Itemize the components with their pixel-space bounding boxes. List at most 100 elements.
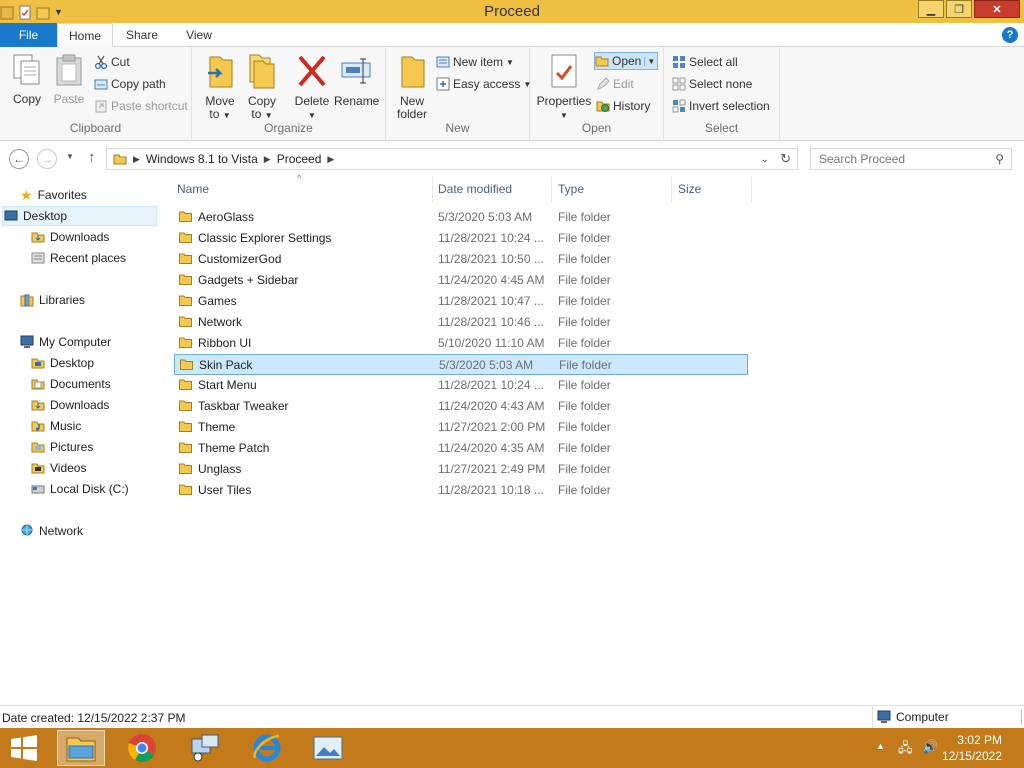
breadcrumb-item[interactable]: Proceed: [277, 152, 322, 166]
file-row[interactable]: Start Menu 11/28/2021 10:24 ... File folde…: [174, 375, 748, 396]
nav-desktop[interactable]: Desktop: [2, 206, 157, 226]
file-row[interactable]: Classic Explorer Settings 11/28/2021 10:2…: [174, 228, 748, 249]
edit-button[interactable]: Edit: [596, 75, 634, 93]
help-icon[interactable]: ?: [1002, 27, 1018, 43]
file-row[interactable]: Taskbar Tweaker 11/24/2020 4:43 AM File fo…: [174, 396, 748, 417]
nav-my-computer[interactable]: My Computer: [20, 332, 111, 352]
column-divider[interactable]: [432, 177, 433, 203]
nav-documents-label: Documents: [50, 377, 111, 391]
rename-button[interactable]: Rename: [334, 53, 380, 108]
select-none-button[interactable]: Select none: [672, 75, 752, 93]
close-button[interactable]: ✕: [974, 0, 1020, 18]
column-divider[interactable]: [551, 177, 552, 203]
back-button[interactable]: ←: [9, 149, 29, 169]
nav-local-disk[interactable]: Local Disk (C:): [31, 479, 129, 499]
file-row[interactable]: Theme Patch 11/24/2020 4:35 AM File folder: [174, 438, 748, 459]
paste-label: Paste: [53, 92, 85, 106]
easy-access-button[interactable]: Easy access ▼: [436, 75, 531, 93]
file-row[interactable]: Network 11/28/2021 10:46 ... File folder: [174, 312, 748, 333]
music-icon: [31, 421, 45, 432]
tab-file[interactable]: File: [0, 23, 57, 47]
file-row[interactable]: Ribbon UI 5/10/2020 11:10 AM File folder: [174, 333, 748, 354]
nav-computer-desktop[interactable]: Desktop: [31, 353, 94, 373]
refresh-icon[interactable]: ↻: [780, 151, 791, 167]
forward-button[interactable]: →: [37, 149, 57, 169]
arrow-right-icon: →: [41, 152, 53, 166]
nav-libraries[interactable]: Libraries: [20, 290, 85, 310]
easy-access-icon: [436, 77, 450, 91]
taskbar-clock[interactable]: 3:02 PM 12/15/2022: [942, 732, 1002, 764]
tab-home[interactable]: Home: [57, 23, 113, 48]
move-to-button[interactable]: Move to ▼: [200, 53, 240, 122]
up-arrow-icon[interactable]: ↑: [88, 149, 96, 166]
folder-icon: [179, 484, 192, 495]
cut-button[interactable]: Cut: [94, 53, 130, 71]
nav-computer-downloads[interactable]: Downloads: [31, 395, 109, 415]
new-folder-label: New: [399, 94, 424, 108]
nav-pictures[interactable]: Pictures: [31, 437, 93, 457]
open-button[interactable]: Open ▼: [594, 52, 659, 70]
column-divider[interactable]: [751, 177, 752, 203]
column-divider[interactable]: [671, 177, 672, 203]
tab-view[interactable]: View: [171, 23, 227, 47]
nav-favorites[interactable]: ★ Favorites: [20, 185, 87, 205]
nav-music[interactable]: Music: [31, 416, 81, 436]
folder-icon: [179, 253, 192, 264]
file-row[interactable]: CustomizerGod 11/28/2021 10:50 ... File fo…: [174, 249, 748, 270]
chevron-down-icon: ▼: [644, 56, 655, 66]
delete-label: Delete: [294, 94, 330, 108]
nav-documents[interactable]: Documents: [31, 374, 111, 394]
nav-videos[interactable]: Videos: [31, 458, 86, 478]
taskbar-photos[interactable]: [304, 730, 352, 766]
taskbar-internet-explorer[interactable]: [243, 730, 291, 766]
properties-button[interactable]: Properties ▼: [536, 53, 592, 122]
breadcrumb-item[interactable]: Windows 8.1 to Vista: [146, 152, 258, 166]
history-button[interactable]: History: [596, 97, 650, 115]
column-header-name[interactable]: Name: [177, 182, 209, 196]
restore-button[interactable]: ❐: [946, 0, 972, 18]
file-row[interactable]: Theme 11/27/2021 2:00 PM File folder: [174, 417, 748, 438]
file-row[interactable]: Skin Pack 5/3/2020 5:03 AM File folder: [174, 354, 748, 375]
address-bar[interactable]: ▶ Windows 8.1 to Vista ▶ Proceed ▶ ⌄ ↻: [106, 148, 798, 170]
move-to-label-2: to: [209, 107, 220, 121]
minimize-button[interactable]: ▁: [918, 0, 944, 18]
copy-to-button[interactable]: Copy to ▼: [242, 53, 282, 122]
column-header-type[interactable]: Type: [558, 182, 584, 196]
taskbar-network-app[interactable]: [180, 730, 228, 766]
invert-selection-button[interactable]: Invert selection: [672, 97, 770, 115]
delete-button[interactable]: Delete ▼: [292, 53, 332, 122]
nav-network[interactable]: Network: [20, 521, 83, 541]
file-row[interactable]: AeroGlass 5/3/2020 5:03 AM File folder: [174, 207, 748, 228]
file-row[interactable]: Gadgets + Sidebar 11/24/2020 4:45 AM File …: [174, 270, 748, 291]
resize-grip-icon[interactable]: [1021, 710, 1022, 724]
taskbar-file-explorer[interactable]: [57, 730, 105, 766]
network-status-icon[interactable]: 🖧: [898, 739, 913, 761]
search-input[interactable]: Search Proceed ⚲: [810, 148, 1012, 170]
new-item-button[interactable]: New item ▼: [436, 53, 514, 71]
copy-button[interactable]: Copy: [8, 53, 46, 106]
volume-icon[interactable]: 🔊: [922, 739, 938, 755]
file-row[interactable]: Unglass 11/27/2021 2:49 PM File folder: [174, 459, 748, 480]
new-folder-label-2: folder: [396, 107, 428, 121]
invert-selection-label: Invert selection: [689, 99, 770, 113]
file-name: Classic Explorer Settings: [198, 231, 332, 245]
file-row[interactable]: User Tiles 11/28/2021 10:18 ... File folde…: [174, 480, 748, 501]
address-dropdown-icon[interactable]: ⌄: [761, 154, 769, 165]
folder-icon: [179, 232, 192, 243]
select-all-button[interactable]: Select all: [672, 53, 738, 71]
nav-downloads[interactable]: Downloads: [31, 227, 109, 247]
column-header-size[interactable]: Size: [678, 182, 701, 196]
tab-share[interactable]: Share: [113, 23, 171, 47]
file-row[interactable]: Games 11/28/2021 10:47 ... File folder: [174, 291, 748, 312]
column-header-date[interactable]: Date modified: [438, 182, 512, 196]
paste-button[interactable]: Paste: [50, 53, 88, 106]
new-folder-button[interactable]: New folder: [392, 53, 432, 121]
recent-locations-icon[interactable]: ▼: [66, 152, 74, 161]
copy-path-button[interactable]: Copy path: [94, 75, 166, 93]
paste-shortcut-button[interactable]: Paste shortcut: [94, 97, 188, 115]
start-button[interactable]: [0, 730, 48, 766]
show-hidden-icons[interactable]: ▲: [876, 741, 885, 751]
rename-label: Rename: [334, 94, 380, 108]
taskbar-chrome[interactable]: [118, 730, 166, 766]
nav-recent-places[interactable]: Recent places: [31, 248, 126, 268]
